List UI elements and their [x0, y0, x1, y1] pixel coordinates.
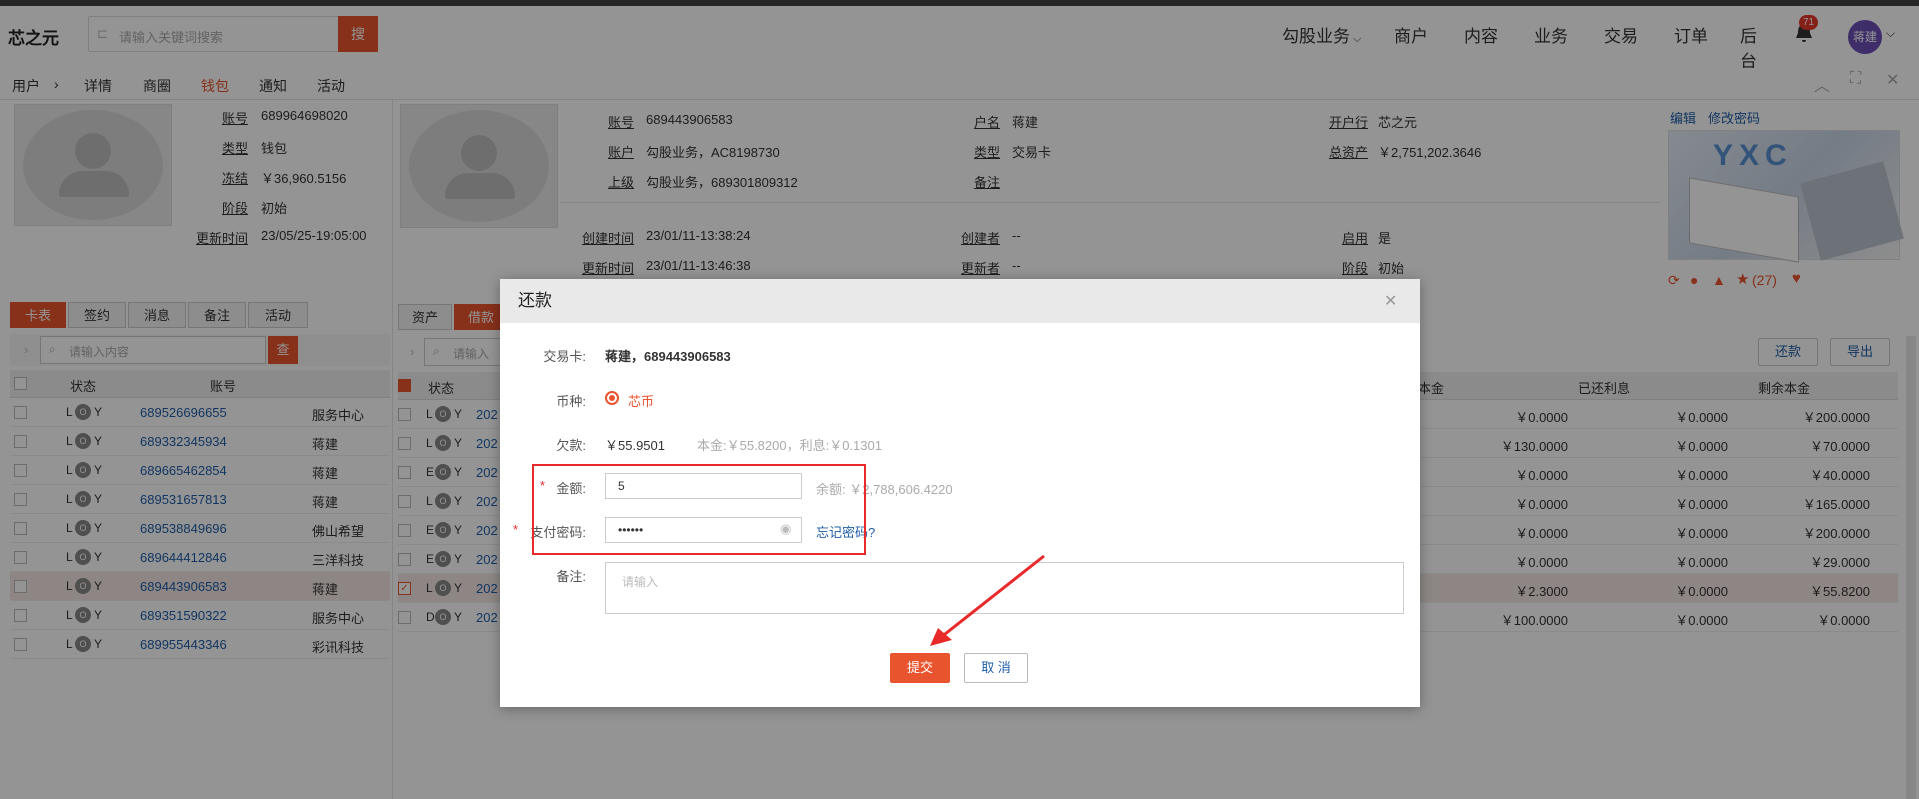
annotation-arrow	[930, 554, 1045, 646]
remark-label: 备注:	[556, 569, 586, 584]
currency-value[interactable]: 芯币	[628, 391, 654, 410]
dialog-title: 还款	[500, 279, 1420, 323]
close-icon[interactable]: ✕	[1384, 291, 1397, 311]
submit-button[interactable]: 提交	[890, 653, 950, 683]
debt-label: 欠款:	[556, 438, 586, 453]
card-value: 蒋建，689443906583	[605, 349, 731, 364]
debt-value: ￥55.9501	[605, 438, 665, 453]
debt-detail: 本金:￥55.8200，利息:￥0.1301	[697, 438, 882, 453]
cancel-button[interactable]: 取 消	[964, 653, 1028, 683]
currency-label: 币种:	[556, 394, 586, 409]
currency-radio[interactable]	[605, 391, 619, 405]
highlight-box	[532, 464, 866, 555]
card-label: 交易卡:	[543, 349, 586, 364]
